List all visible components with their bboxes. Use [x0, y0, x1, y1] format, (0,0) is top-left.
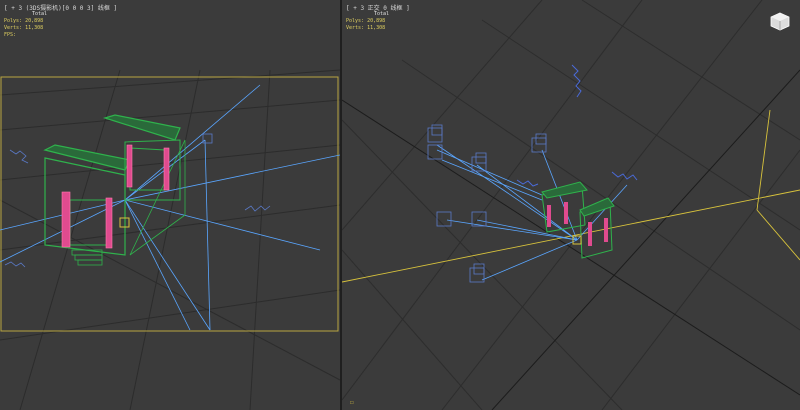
stats-verts: Verts: 11,308	[346, 25, 386, 31]
ortho-grid	[342, 0, 800, 410]
ground-grid	[0, 69, 340, 410]
stats-total-label: Total	[374, 11, 390, 17]
stats-polys: Polys: 20,898	[346, 18, 386, 24]
camera-viewport-scene	[0, 69, 340, 410]
stats-verts: Verts: 11,308	[4, 25, 44, 31]
stats-polys: Polys: 20,898	[4, 18, 44, 24]
camera-frustum	[342, 109, 800, 283]
stats-overlay-left: Total Polys: 20,898 Verts: 11,308	[4, 11, 47, 32]
viewcube-icon[interactable]	[768, 10, 792, 34]
building-wireframe-ortho	[541, 181, 615, 259]
stats-total-label: Total	[32, 11, 48, 17]
fps-label: FPS:	[4, 32, 17, 38]
viewport-orthographic[interactable]: [ + 3 正交 0 线框 ] Total Polys: 20,898 Vert…	[342, 0, 800, 410]
light-rays-ortho	[436, 144, 628, 281]
light-rays	[0, 84, 340, 331]
ortho-viewport-scene	[342, 0, 800, 410]
viewport-camera[interactable]: [ + 3 (3DS摄影机)[0 0 0 3] 线框 ] Total Polys…	[0, 0, 340, 410]
stats-overlay-right: Total Polys: 20,898 Verts: 11,308	[346, 11, 389, 32]
viewport-corner-marker: ☐	[350, 399, 354, 406]
